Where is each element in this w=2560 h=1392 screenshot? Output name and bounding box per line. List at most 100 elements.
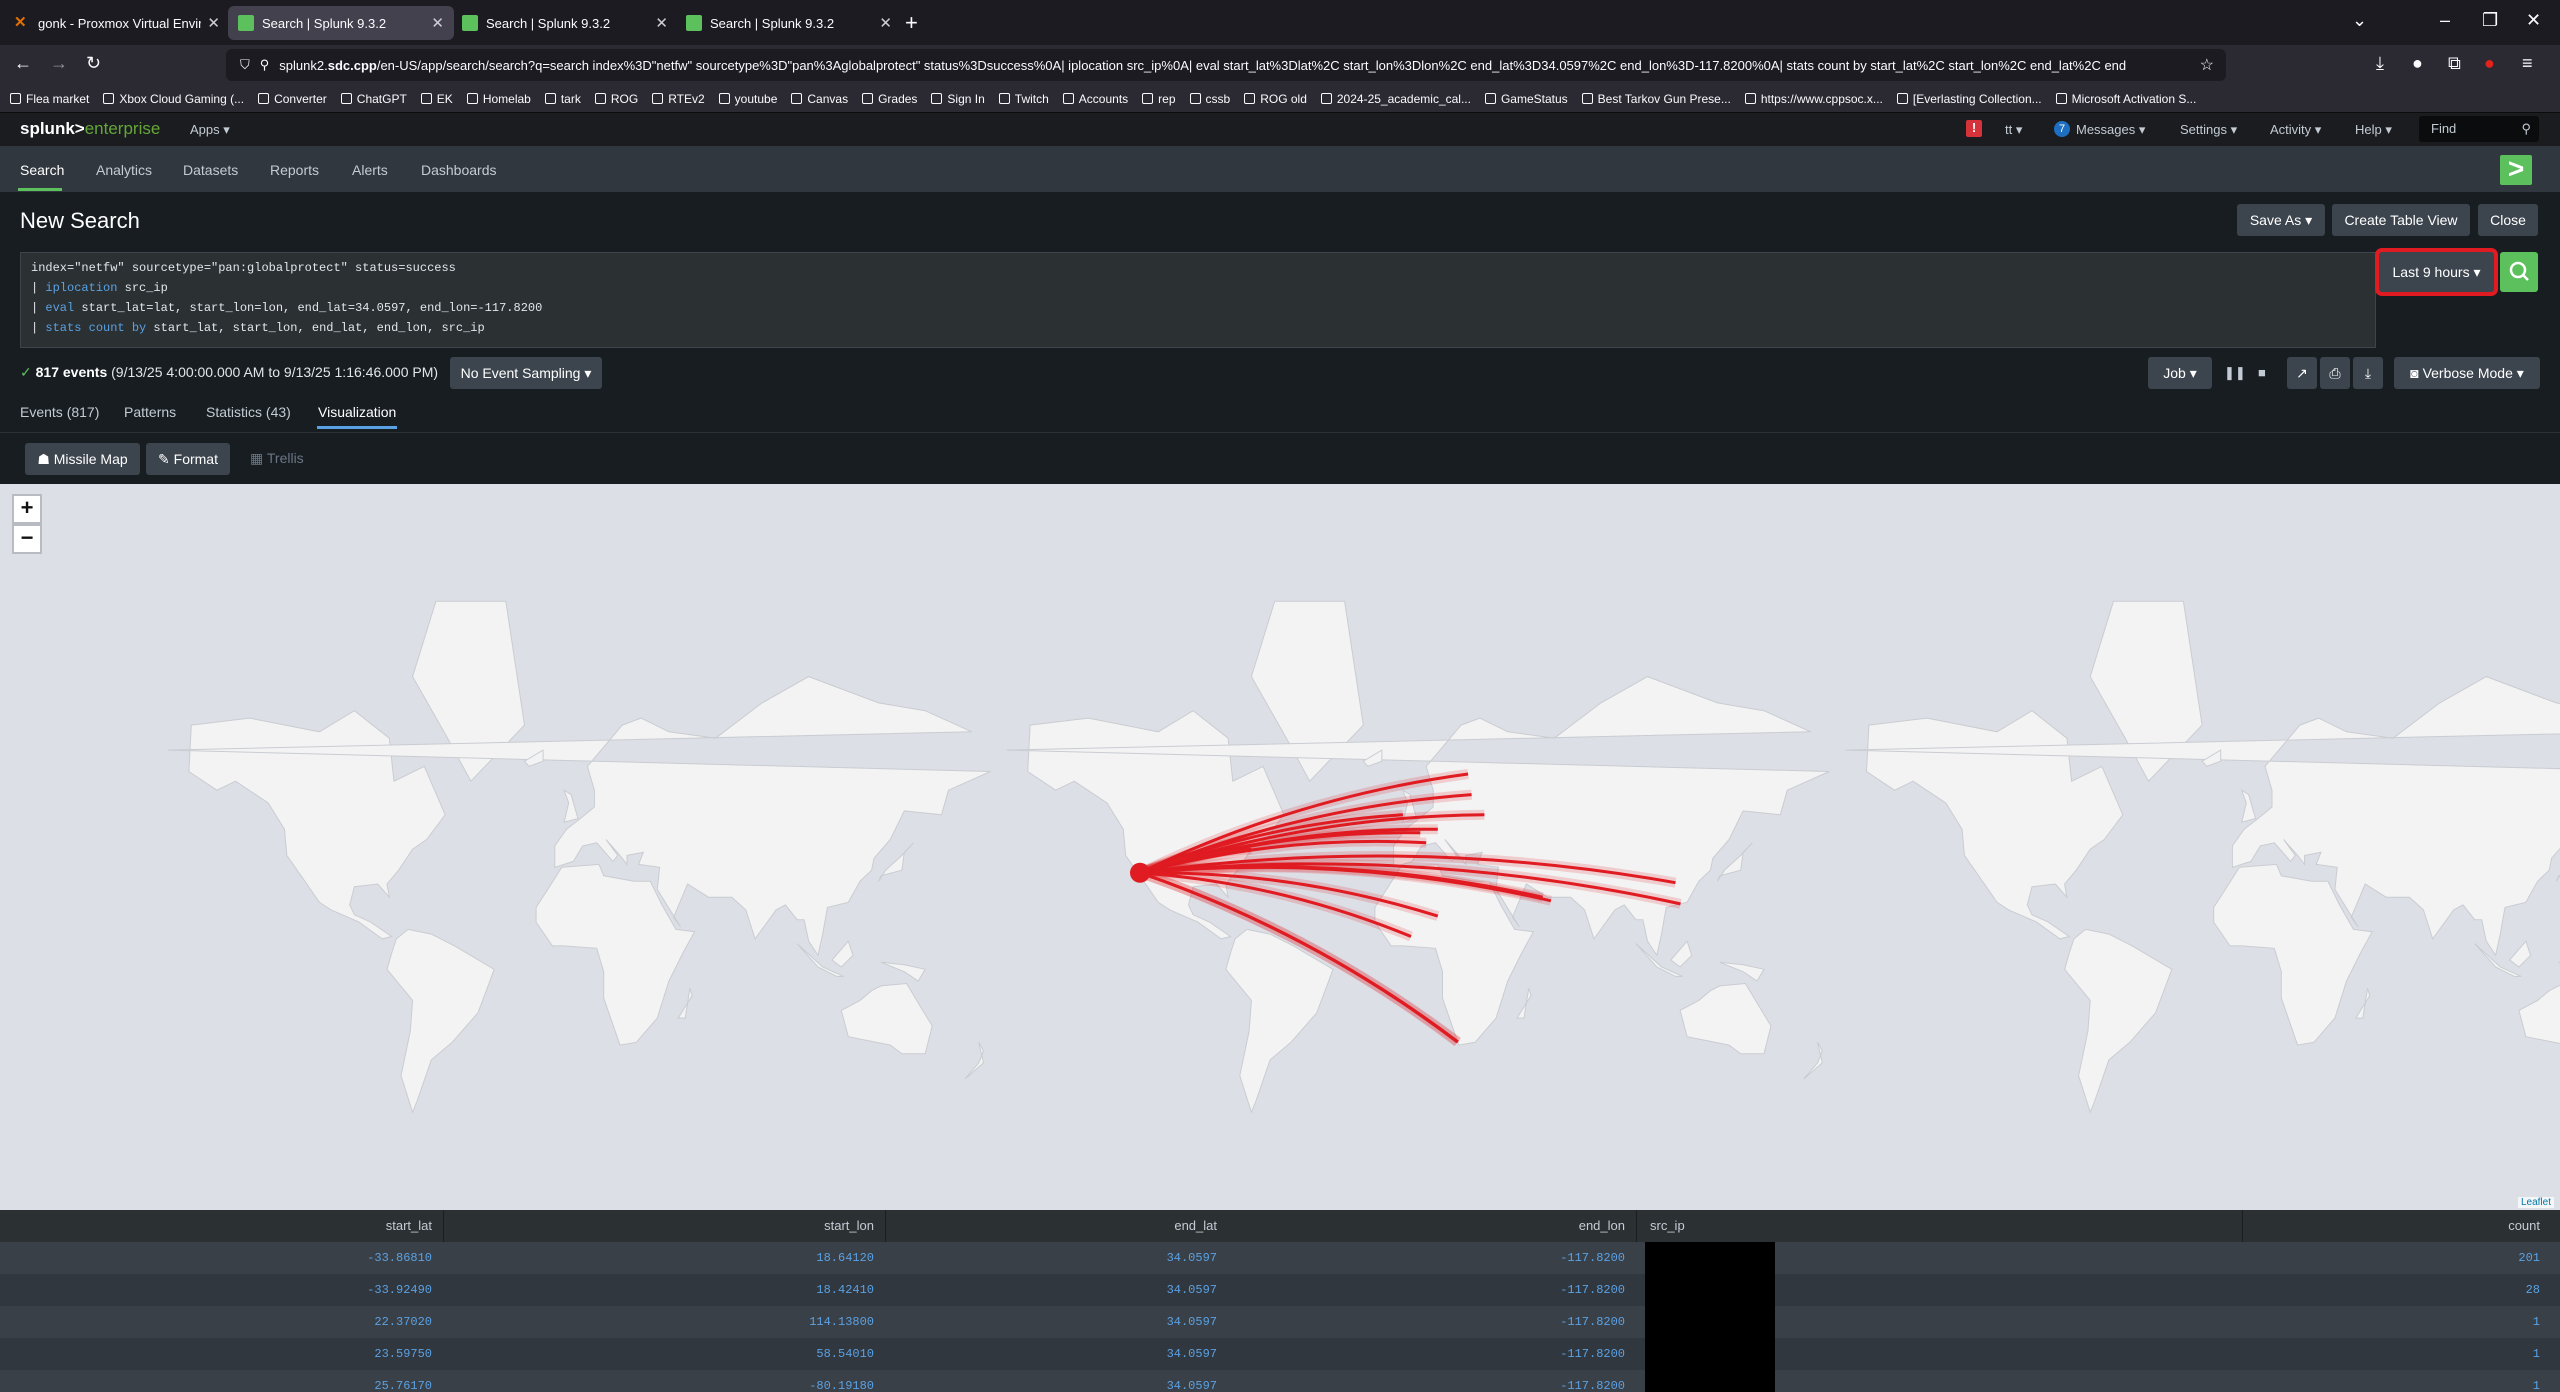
bookmark-item[interactable]: ChatGPT xyxy=(340,92,407,106)
tab-list-icon[interactable]: ⌄ xyxy=(2352,10,2367,31)
bookmark-item[interactable]: RTEv2 xyxy=(652,92,705,106)
browser-tab-splunk-3[interactable]: Search | Splunk 9.3.2 ✕ xyxy=(676,6,902,40)
missile-map[interactable]: + − Leaflet xyxy=(0,484,2560,1210)
zoom-out-button[interactable]: − xyxy=(12,524,42,554)
search-button[interactable] xyxy=(2500,252,2538,292)
bookmark-item[interactable]: Microsoft Activation S... xyxy=(2055,92,2196,106)
bookmark-item[interactable]: Accounts xyxy=(1062,92,1128,106)
bookmark-item[interactable]: youtube xyxy=(718,92,777,106)
cell-end-lat[interactable]: 34.0597 xyxy=(1167,1315,1217,1329)
bookmark-item[interactable]: Xbox Cloud Gaming (... xyxy=(103,92,244,106)
cell-start-lat[interactable]: 23.59750 xyxy=(374,1347,432,1361)
nav-dashboards[interactable]: Dashboards xyxy=(421,162,497,178)
tab-patterns[interactable]: Patterns xyxy=(124,404,176,420)
close-button[interactable]: Close xyxy=(2478,204,2538,236)
browser-tab-proxmox[interactable]: ✕ gonk - Proxmox Virtual Environ ✕ xyxy=(4,6,230,40)
print-icon[interactable]: ⎙ xyxy=(2320,357,2350,389)
bookmark-item[interactable]: Homelab xyxy=(466,92,531,106)
export-icon[interactable]: ⤓ xyxy=(2353,357,2383,389)
bookmark-item[interactable]: GameStatus xyxy=(1484,92,1568,106)
cell-start-lat[interactable]: 25.76170 xyxy=(374,1379,432,1392)
help-menu[interactable]: Help ▾ xyxy=(2355,122,2392,138)
tab-statistics[interactable]: Statistics (43) xyxy=(206,404,291,420)
cell-end-lon[interactable]: -117.8200 xyxy=(1560,1379,1625,1392)
pause-icon[interactable]: ❚❚ xyxy=(2224,365,2246,381)
downloads-icon[interactable]: ⤓ xyxy=(2376,53,2384,74)
activity-menu[interactable]: Activity ▾ xyxy=(2270,122,2321,138)
bookmark-star-icon[interactable]: ☆ xyxy=(2200,55,2214,75)
close-tab-icon[interactable]: ✕ xyxy=(655,14,668,32)
cell-end-lat[interactable]: 34.0597 xyxy=(1167,1283,1217,1297)
close-tab-icon[interactable]: ✕ xyxy=(207,14,220,32)
close-tab-icon[interactable]: ✕ xyxy=(431,14,444,32)
bookmark-item[interactable]: Converter xyxy=(258,92,327,106)
cell-count[interactable]: 1 xyxy=(2533,1315,2540,1329)
bookmark-item[interactable]: rep xyxy=(1142,92,1176,106)
cell-end-lon[interactable]: -117.8200 xyxy=(1560,1251,1625,1265)
cell-end-lat[interactable]: 34.0597 xyxy=(1167,1379,1217,1392)
menu-icon[interactable]: ≡ xyxy=(2522,53,2533,74)
nav-search[interactable]: Search xyxy=(20,162,64,178)
bookmark-item[interactable]: Grades xyxy=(862,92,917,106)
bookmark-item[interactable]: 2024-25_academic_cal... xyxy=(1320,92,1471,106)
bookmark-item[interactable]: cssb xyxy=(1189,92,1230,106)
bookmark-item[interactable]: https://www.cppsoc.x... xyxy=(1744,92,1883,106)
cell-start-lon[interactable]: 18.42410 xyxy=(816,1283,874,1297)
alert-badge[interactable]: ! xyxy=(1966,120,1982,137)
bookmark-item[interactable]: tark xyxy=(544,92,581,106)
settings-menu[interactable]: Settings ▾ xyxy=(2180,122,2237,138)
map-attribution[interactable]: Leaflet xyxy=(2517,1197,2554,1208)
cell-count[interactable]: 28 xyxy=(2526,1283,2540,1297)
cell-end-lon[interactable]: -117.8200 xyxy=(1560,1347,1625,1361)
cell-count[interactable]: 1 xyxy=(2533,1379,2540,1392)
browser-tab-splunk-2[interactable]: Search | Splunk 9.3.2 ✕ xyxy=(452,6,678,40)
create-table-view-button[interactable]: Create Table View xyxy=(2332,204,2470,236)
nav-reports[interactable]: Reports xyxy=(270,162,319,178)
user-menu[interactable]: tt ▾ xyxy=(2005,122,2022,138)
search-mode-dropdown[interactable]: ◙ Verbose Mode ▾ xyxy=(2394,357,2540,389)
cell-end-lat[interactable]: 34.0597 xyxy=(1167,1347,1217,1361)
cell-end-lat[interactable]: 34.0597 xyxy=(1167,1251,1217,1265)
col-header-start-lon[interactable]: start_lon xyxy=(824,1218,874,1233)
bookmark-item[interactable]: [Everlasting Collection... xyxy=(1896,92,2042,106)
cell-end-lon[interactable]: -117.8200 xyxy=(1560,1283,1625,1297)
bookmark-item[interactable]: Canvas xyxy=(791,92,848,106)
bookmark-item[interactable]: Flea market xyxy=(10,92,89,106)
tab-events[interactable]: Events (817) xyxy=(20,404,99,420)
url-bar[interactable]: ⛉ ⚲ splunk2.sdc.cpp/en-US/app/search/sea… xyxy=(226,49,2226,81)
zoom-in-button[interactable]: + xyxy=(12,494,42,524)
apps-menu[interactable]: Apps ▾ xyxy=(190,122,230,138)
time-range-picker[interactable]: Last 9 hours ▾ xyxy=(2379,252,2494,292)
cell-start-lat[interactable]: 22.37020 xyxy=(374,1315,432,1329)
cell-start-lon[interactable]: -80.19180 xyxy=(809,1379,874,1392)
page-info-icon[interactable]: ⚲ xyxy=(260,57,270,73)
cell-start-lon[interactable]: 58.54010 xyxy=(816,1347,874,1361)
col-header-start-lat[interactable]: start_lat xyxy=(386,1218,432,1233)
bookmark-item[interactable]: ROG old xyxy=(1244,92,1307,106)
trellis-button[interactable]: ▦ Trellis xyxy=(250,450,304,467)
share-icon[interactable]: ↗ xyxy=(2287,357,2317,389)
save-as-button[interactable]: Save As ▾ xyxy=(2237,204,2325,236)
account-icon[interactable]: ● xyxy=(2412,53,2423,74)
forward-icon[interactable]: → xyxy=(50,53,68,74)
bookmark-item[interactable]: Best Tarkov Gun Prese... xyxy=(1581,92,1731,106)
tab-visualization[interactable]: Visualization xyxy=(318,404,396,420)
restore-icon[interactable]: ❐ xyxy=(2482,10,2498,31)
col-header-end-lat[interactable]: end_lat xyxy=(1174,1218,1217,1233)
job-menu[interactable]: Job ▾ xyxy=(2148,357,2212,389)
bookmark-item[interactable]: EK xyxy=(420,92,453,106)
col-header-end-lon[interactable]: end_lon xyxy=(1579,1218,1625,1233)
cell-start-lon[interactable]: 114.13800 xyxy=(809,1315,874,1329)
back-icon[interactable]: ← xyxy=(14,53,32,74)
event-sampling-dropdown[interactable]: No Event Sampling ▾ xyxy=(450,357,602,389)
cell-count[interactable]: 201 xyxy=(2518,1251,2540,1265)
nav-analytics[interactable]: Analytics xyxy=(96,162,152,178)
extension-record-icon[interactable]: ● xyxy=(2484,53,2495,74)
cell-count[interactable]: 1 xyxy=(2533,1347,2540,1361)
destination-marker[interactable] xyxy=(1130,862,1150,883)
stop-icon[interactable]: ■ xyxy=(2258,365,2266,380)
search-query-editor[interactable]: index="netfw" sourcetype="pan:globalprot… xyxy=(20,252,2376,348)
minimize-icon[interactable]: – xyxy=(2440,10,2450,31)
nav-alerts[interactable]: Alerts xyxy=(352,162,388,178)
find-input[interactable]: Find ⚲ xyxy=(2419,116,2539,142)
